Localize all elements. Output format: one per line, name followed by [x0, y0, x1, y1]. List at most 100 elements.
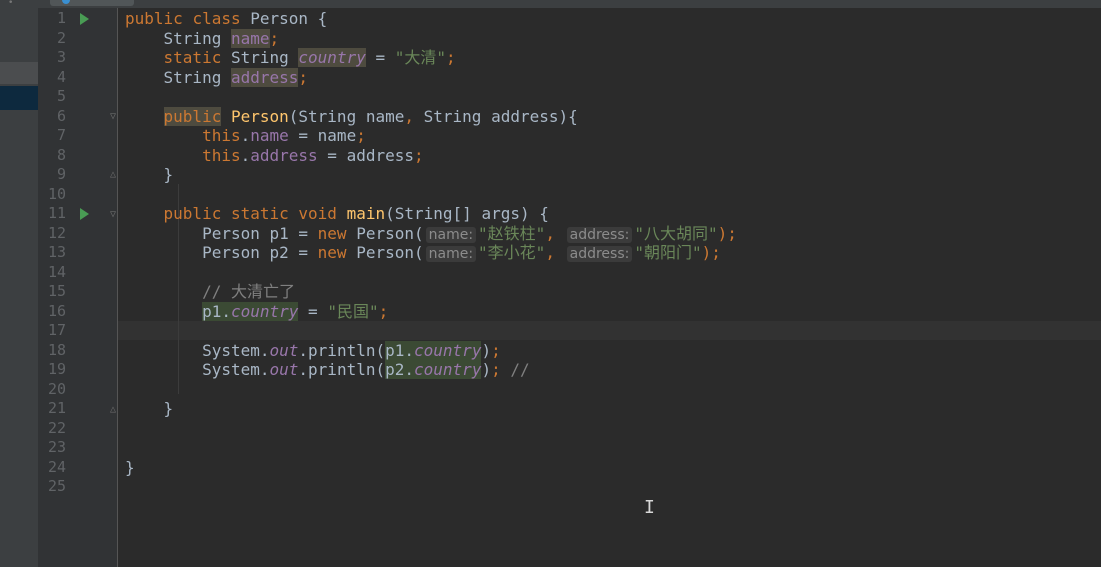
static-field-out: out	[269, 340, 299, 360]
system-ref: System.	[202, 340, 270, 360]
line-number: 7	[56, 126, 66, 144]
semicolon: ;	[378, 301, 389, 321]
expression: p2.country	[385, 360, 482, 379]
constructor-name: Person	[230, 106, 289, 126]
fold-open-icon[interactable]: ▽	[110, 112, 120, 122]
code-line-11: public static void main(String[] args) {	[125, 204, 737, 224]
fold-open-icon[interactable]: ▽	[110, 210, 120, 220]
string-literal: "李小花"	[478, 243, 546, 262]
semicolon: ;	[491, 340, 501, 360]
editor-tab[interactable]	[50, 0, 134, 6]
line-number: 8	[56, 145, 66, 164]
tool-window-strip[interactable]: •	[0, 0, 38, 567]
keyword: class	[192, 9, 241, 28]
type: String	[163, 67, 222, 87]
constructor-call: Person(	[346, 223, 424, 243]
code-line-19: System.out.println(p2.country); //	[125, 360, 737, 380]
code-line-16: p1.country = "民国";	[125, 301, 737, 322]
line-number: 5	[56, 87, 66, 105]
code-editor[interactable]: public class Person { String name; stati…	[125, 9, 737, 497]
code-line-24: }	[125, 458, 737, 478]
keyword: public	[125, 9, 183, 28]
line-number: 24	[47, 457, 66, 476]
object-ref: p1.	[202, 301, 231, 321]
code-line-21: }	[125, 399, 737, 419]
line-number: 23	[47, 438, 66, 456]
line-number: 21	[47, 399, 66, 417]
keyword: public	[163, 106, 222, 126]
fold-close-icon[interactable]: △	[110, 170, 120, 180]
run-class-icon[interactable]	[80, 13, 89, 25]
string-literal: "八大胡同"	[634, 223, 718, 243]
java-class-icon	[62, 0, 70, 4]
line-number: 12	[47, 223, 66, 242]
parameter-hint: address:	[566, 246, 633, 262]
parameter-hint: name:	[425, 246, 477, 262]
system-ref: System.	[202, 360, 270, 379]
parameter-hint: address:	[566, 226, 633, 243]
class-name: Person	[250, 9, 309, 28]
line-number: 9	[56, 165, 66, 183]
line-number: 17	[47, 321, 66, 339]
fold-close-icon[interactable]: △	[110, 405, 120, 415]
semicolon: ;	[356, 126, 366, 145]
line-number: 19	[47, 360, 66, 378]
run-main-icon[interactable]	[80, 208, 89, 220]
text-cursor-icon: I	[644, 497, 655, 518]
expression: p1.country	[202, 301, 299, 321]
code-line-1: public class Person {	[125, 9, 737, 29]
line-number: 25	[47, 477, 66, 495]
paren: )	[481, 340, 492, 360]
strip-item-selected[interactable]	[0, 62, 38, 84]
type: String	[230, 48, 289, 67]
field-name: name	[250, 126, 289, 145]
comment: //	[500, 360, 530, 379]
params: (String name	[288, 106, 405, 126]
method-call: .println(	[298, 360, 386, 379]
line-number: 14	[47, 262, 66, 281]
semicolon: ;	[491, 360, 501, 379]
strip-item-active[interactable]	[0, 86, 38, 110]
method-name: main	[346, 204, 386, 223]
code-line-4: String address;	[125, 67, 737, 88]
line-number: 13	[47, 243, 66, 261]
call-close: );	[717, 223, 737, 243]
code-line-8: this.address = address;	[125, 146, 737, 166]
brace: }	[163, 165, 174, 184]
comma: ,	[545, 223, 555, 243]
code-line-3: static String country = "大清";	[125, 48, 737, 68]
operator: =	[365, 48, 395, 67]
semicolon: ;	[446, 48, 456, 67]
string-literal: "民国"	[327, 301, 379, 321]
comment: // 大清亡了	[202, 282, 295, 301]
line-number: 1	[56, 9, 66, 27]
code-line-15: // 大清亡了	[125, 282, 737, 302]
code-line-18: System.out.println(p1.country);	[125, 340, 737, 361]
line-number: 6	[56, 106, 66, 125]
line-number: 18	[47, 340, 66, 359]
line-number: 3	[56, 48, 66, 66]
code-line-9: }	[125, 165, 737, 185]
line-number: 22	[47, 418, 66, 437]
line-number: 10	[47, 184, 66, 203]
strip-marker-icon: •	[8, 0, 14, 8]
semicolon: ;	[298, 67, 309, 87]
field-name: name	[230, 28, 270, 48]
paren: )	[481, 360, 492, 379]
static-field-country: country	[230, 301, 299, 321]
code-line-6: public Person(String name, String addres…	[125, 106, 737, 127]
call-close: );	[701, 243, 721, 262]
assignment: = address	[317, 145, 414, 165]
line-number: 4	[56, 67, 66, 86]
declaration: Person p1 =	[202, 223, 318, 243]
brace: {	[308, 9, 328, 28]
string-literal: "赵铁柱"	[478, 223, 546, 243]
semicolon: ;	[414, 145, 424, 165]
constructor-call: Person(	[346, 243, 424, 262]
editor-tab-bar	[38, 0, 1101, 8]
